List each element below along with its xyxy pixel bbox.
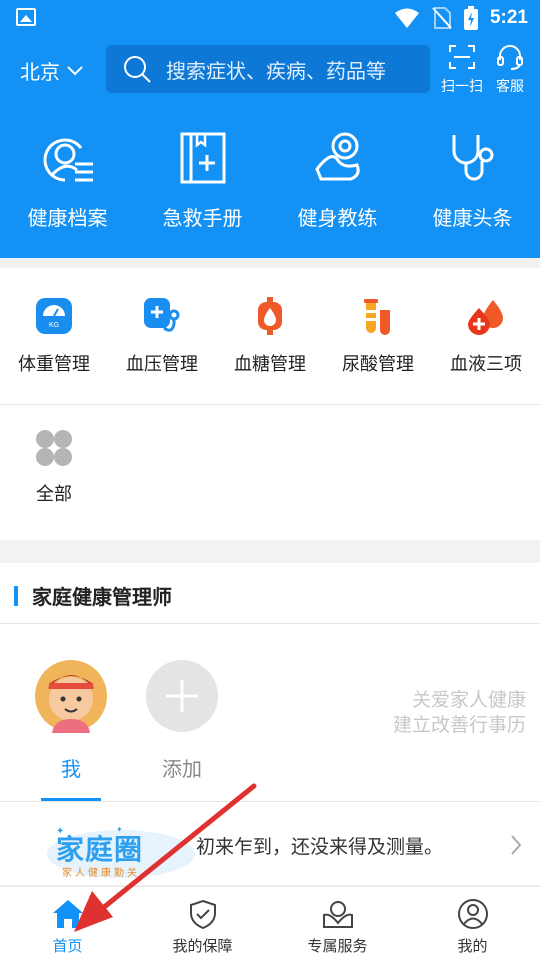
tab-label: 首页 [52,937,83,955]
headset-icon [497,45,523,70]
quick-label: 健康档案 [27,206,108,230]
search-placeholder: 搜索症状、疾病、药品等 [166,58,386,83]
service-label: 客服 [496,79,524,95]
tool-label: 体重管理 [18,354,90,375]
stethoscope-icon [452,135,493,181]
quick-label: 健康头条 [432,206,513,230]
quick-health-record[interactable]: 健康档案 [0,130,135,240]
tool-blood-sugar[interactable]: 血糖管理 [216,292,324,376]
image-icon [16,8,36,26]
battery-icon [463,6,478,30]
add-member-button[interactable]: 添加 [145,659,219,782]
bottom-tab-bar: 首页 我的保障 专属服务 我的 [0,886,540,960]
slogan-line: 建立改善行事历 [392,714,526,736]
section-title: 家庭健康管理师 [14,581,172,610]
scan-label: 扫一扫 [441,79,483,95]
tab-exclusive-service[interactable]: 专属服务 [270,887,405,960]
logo-subtitle: 家人健康勤关 [62,868,140,879]
tool-label: 尿酸管理 [342,354,414,375]
divider [0,623,540,624]
tool-blood-pressure[interactable]: 血压管理 [108,292,216,376]
tool-blood-triple[interactable]: 血液三项 [432,292,540,376]
chevron-down-icon [67,65,83,75]
plus-icon [146,660,218,732]
clock: 5:21 [489,7,528,28]
quick-actions: 健康档案 急救手册 健身教练 健康头条 [0,130,540,240]
tool-label: 血压管理 [126,354,198,375]
health-record-icon [43,138,93,182]
svg-text:KG: KG [49,322,59,329]
no-sim-icon [432,7,452,29]
quick-first-aid[interactable]: 急救手册 [135,130,270,240]
blood-drops-icon [468,300,503,335]
status-bar: 5:21 [0,0,540,36]
care-hands-icon [322,901,353,928]
member-label: 添加 [162,757,202,781]
all-label: 全部 [36,484,72,505]
all-tools-button[interactable]: 全部 [0,428,108,506]
chevron-right-icon [511,835,522,855]
tool-uric-acid[interactable]: 尿酸管理 [324,292,432,376]
search-icon [124,56,151,83]
blood-sugar-icon [258,297,282,335]
tab-label: 我的保障 [172,937,233,955]
family-circle-logo: ✦ ✦ 家庭圈 家人健康勤关 [46,824,196,880]
customer-service-button[interactable]: 客服 [486,44,534,96]
family-circle-entry[interactable]: ✦ ✦ 家庭圈 家人健康勤关 初来乍到，还没来得及测量。 [0,802,540,885]
grid-icon [36,430,72,466]
first-aid-book-icon [180,132,225,184]
family-circle-message: 初来乍到，还没来得及测量。 [196,836,444,858]
divider [0,404,540,405]
uric-acid-icon [364,299,390,335]
family-slogan: 关爱家人健康 建立改善行事历 [393,688,526,738]
top-bar: 北京 搜索症状、疾病、药品等 扫一扫 客服 [0,44,540,96]
tool-label: 血液三项 [450,354,522,375]
quick-health-headlines[interactable]: 健康头条 [405,130,540,240]
tab-mine[interactable]: 我的 [405,887,540,960]
scan-button[interactable]: 扫一扫 [438,44,486,96]
tab-label: 我的 [457,937,488,955]
city-label: 北京 [20,60,60,84]
blood-pressure-icon [144,298,180,332]
family-health-card: 家庭健康管理师 我 添加 关爱家人健康 建立改善行事历 ✦ ✦ 家庭圈 家人健康勤… [0,563,540,885]
member-label: 我 [61,757,81,781]
avatar [35,660,107,733]
city-selector[interactable]: 北京 [20,56,84,85]
tab-home[interactable]: 首页 [0,887,135,960]
home-icon [52,900,83,928]
quick-label: 急救手册 [162,206,243,230]
tab-my-coverage[interactable]: 我的保障 [135,887,270,960]
user-icon [457,899,488,929]
section-title-text: 家庭健康管理师 [32,585,172,609]
shield-icon [189,899,216,930]
wifi-icon [394,8,419,28]
tool-label: 血糖管理 [234,354,306,375]
tool-weight[interactable]: KG 体重管理 [0,292,108,376]
slogan-line: 关爱家人健康 [411,689,526,711]
tab-label: 专属服务 [307,937,368,955]
title-accent-bar [14,585,18,606]
search-input[interactable]: 搜索症状、疾病、药品等 [106,45,430,93]
scale-icon: KG [36,298,72,334]
fitness-coach-icon [314,132,360,181]
logo-title: 家庭圈 [56,833,144,866]
member-me[interactable]: 我 [34,659,108,782]
quick-fitness-coach[interactable]: 健身教练 [270,130,405,240]
health-tools-card: KG 体重管理 血压管理 血糖管理 尿酸管理 血液三项 全部 [0,268,540,540]
quick-label: 健身教练 [297,206,378,230]
scan-icon [449,45,475,69]
